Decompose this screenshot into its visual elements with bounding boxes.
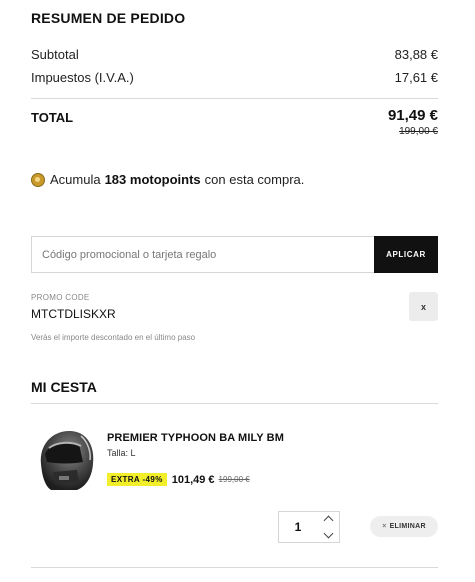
motopoints-amount: 183 motopoints — [104, 172, 201, 187]
helmet-image — [40, 430, 94, 490]
cart-title: MI CESTA — [31, 379, 97, 395]
tax-value: 17,61 € — [394, 70, 438, 85]
tax-row: Impuestos (I.V.A.) 17,61 € — [31, 70, 438, 85]
product-price-row: EXTRA -49% 101,49 € 199,00 € — [107, 473, 250, 486]
order-summary-title: RESUMEN DE PEDIDO — [31, 10, 186, 26]
product-name[interactable]: PREMIER TYPHOON BA MILY BM — [107, 432, 284, 444]
remove-promo-code-button[interactable]: x — [409, 292, 438, 321]
product-thumbnail[interactable] — [33, 424, 97, 496]
chevron-down-icon[interactable] — [323, 528, 333, 539]
subtotal-value: 83,88 € — [394, 47, 438, 62]
applied-code-value: MTCTDLISKXR — [31, 307, 116, 321]
chevron-up-icon[interactable] — [323, 515, 333, 526]
motopoints-coin-icon — [31, 172, 45, 187]
close-icon: × — [382, 523, 387, 530]
product-size: Talla: L — [107, 448, 136, 458]
cart-bottom-divider — [31, 567, 438, 568]
subtotal-label: Subtotal — [31, 47, 79, 62]
total-amounts: 91,49 € 199,00 € — [388, 107, 438, 137]
cart-divider — [31, 403, 438, 404]
product-price: 101,49 € — [171, 473, 215, 486]
total-old-price: 199,00 € — [399, 126, 438, 137]
remove-item-label: ELIMINAR — [389, 523, 426, 530]
summary-divider — [31, 98, 438, 99]
apply-promo-button[interactable]: APLICAR — [374, 236, 438, 273]
applied-code-note: Verás el importe descontado en el último… — [31, 333, 196, 342]
quantity-stepper[interactable]: 1 — [278, 511, 340, 543]
product-old-price: 199,00 € — [218, 475, 250, 484]
motopoints-prefix: Acumula — [50, 172, 101, 187]
motopoints-info: Acumula 183 motopoints con esta compra. — [31, 172, 304, 187]
discount-badge: EXTRA -49% — [107, 473, 167, 486]
quantity-value[interactable]: 1 — [279, 512, 317, 542]
remove-item-button[interactable]: × ELIMINAR — [370, 516, 438, 537]
promo-code-form: APLICAR — [31, 236, 438, 273]
subtotal-row: Subtotal 83,88 € — [31, 47, 438, 62]
promo-code-input[interactable] — [32, 237, 374, 272]
total-label: TOTAL — [31, 110, 74, 125]
motopoints-suffix: con esta compra. — [204, 172, 305, 187]
tax-label: Impuestos (I.V.A.) — [31, 70, 134, 85]
quantity-arrows — [317, 512, 339, 542]
total-value: 91,49 € — [387, 107, 438, 124]
applied-code-label: PROMO CODE — [31, 293, 90, 302]
